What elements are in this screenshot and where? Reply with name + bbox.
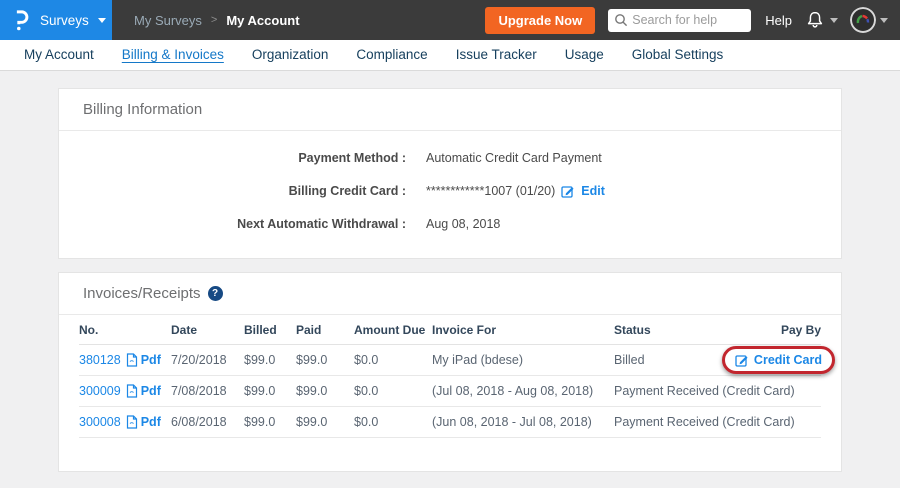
payment-method-value: Automatic Credit Card Payment [426, 151, 602, 165]
pdf-file-icon [126, 384, 138, 398]
billing-credit-card-value: ************1007 (01/20) [426, 184, 555, 198]
invoice-amount-due: $0.0 [354, 353, 432, 367]
invoices-receipts-card: Invoices/Receipts ? No. Date Billed Paid… [58, 272, 842, 472]
invoice-for: (Jul 08, 2018 - Aug 08, 2018) [432, 384, 614, 398]
account-nav-tabs: My Account Billing & Invoices Organizati… [0, 40, 900, 71]
invoice-amount-due: $0.0 [354, 415, 432, 429]
tab-global-settings[interactable]: Global Settings [618, 40, 738, 70]
invoice-billed: $99.0 [244, 415, 296, 429]
tab-compliance[interactable]: Compliance [342, 40, 441, 70]
breadcrumb-separator: > [211, 14, 217, 26]
edit-credit-card-link[interactable]: Edit [581, 184, 605, 198]
help-question-icon[interactable]: ? [208, 286, 223, 301]
invoice-row: 380128 Pdf 7/20/2018 $99.0 $99.0 $0.0 My… [79, 345, 821, 376]
help-search [608, 9, 751, 32]
next-withdrawal-label: Next Automatic Withdrawal : [59, 217, 406, 231]
tab-issue-tracker[interactable]: Issue Tracker [442, 40, 551, 70]
invoice-number-link[interactable]: 380128 [79, 353, 121, 367]
invoices-table: No. Date Billed Paid Amount Due Invoice … [79, 315, 821, 438]
invoices-table-header: No. Date Billed Paid Amount Due Invoice … [79, 315, 821, 345]
pdf-file-icon [126, 415, 138, 429]
invoice-amount-due: $0.0 [354, 384, 432, 398]
invoice-status: Payment Received (Credit Card) [614, 384, 703, 398]
invoice-number-link[interactable]: 300008 [79, 415, 121, 429]
edit-icon [735, 353, 749, 367]
breadcrumb: My Surveys > My Account [134, 13, 300, 28]
payment-method-row: Payment Method : Automatic Credit Card P… [59, 141, 841, 174]
invoice-paid: $99.0 [296, 384, 354, 398]
invoice-status: Billed [614, 353, 703, 367]
invoice-billed: $99.0 [244, 353, 296, 367]
invoice-date: 6/08/2018 [171, 415, 244, 429]
col-invoice-for: Invoice For [432, 323, 614, 337]
notifications-menu[interactable] [804, 9, 838, 31]
account-menu[interactable] [850, 7, 888, 33]
col-pay-by: Pay By [703, 323, 821, 337]
pdf-link[interactable]: Pdf [126, 415, 161, 429]
avatar [850, 7, 876, 33]
chevron-down-icon [98, 18, 106, 23]
invoice-number-link[interactable]: 300009 [79, 384, 121, 398]
tab-organization[interactable]: Organization [238, 40, 343, 70]
col-billed: Billed [244, 323, 296, 337]
tab-my-account[interactable]: My Account [10, 40, 108, 70]
chevron-down-icon [880, 18, 888, 23]
top-bar: Surveys My Surveys > My Account Upgrade … [0, 0, 900, 40]
col-no: No. [79, 323, 171, 337]
chevron-down-icon [830, 18, 838, 23]
next-withdrawal-row: Next Automatic Withdrawal : Aug 08, 2018 [59, 207, 841, 240]
invoice-row: 300008 Pdf 6/08/2018 $99.0 $99.0 $0.0 (J… [79, 407, 821, 438]
col-status: Status [614, 323, 703, 337]
invoice-paid: $99.0 [296, 353, 354, 367]
tab-billing-invoices[interactable]: Billing & Invoices [108, 40, 238, 70]
pdf-file-icon [126, 353, 138, 367]
billing-credit-card-label: Billing Credit Card : [59, 184, 406, 198]
invoice-for: My iPad (bdese) [432, 353, 614, 367]
billing-credit-card-row: Billing Credit Card : ************1007 (… [59, 174, 841, 207]
invoice-date: 7/20/2018 [171, 353, 244, 367]
breadcrumb-my-surveys[interactable]: My Surveys [134, 13, 202, 28]
product-label: Surveys [40, 13, 89, 28]
tab-usage[interactable]: Usage [551, 40, 618, 70]
billing-information-title: Billing Information [83, 101, 202, 118]
col-date: Date [171, 323, 244, 337]
upgrade-now-button[interactable]: Upgrade Now [485, 7, 595, 34]
invoice-for: (Jun 08, 2018 - Jul 08, 2018) [432, 415, 614, 429]
billing-information-card: Billing Information Payment Method : Aut… [58, 88, 842, 259]
next-withdrawal-value: Aug 08, 2018 [426, 217, 500, 231]
pdf-link[interactable]: Pdf [126, 384, 161, 398]
questionpro-logo-icon [13, 7, 30, 33]
payment-method-label: Payment Method : [59, 151, 406, 165]
col-paid: Paid [296, 323, 354, 337]
pay-by-credit-card-link[interactable]: Credit Card [754, 353, 822, 367]
invoice-date: 7/08/2018 [171, 384, 244, 398]
invoices-receipts-title: Invoices/Receipts [83, 285, 201, 302]
invoice-billed: $99.0 [244, 384, 296, 398]
invoice-row: 300009 Pdf 7/08/2018 $99.0 $99.0 $0.0 (J… [79, 376, 821, 407]
search-input[interactable] [608, 9, 751, 32]
bell-icon [804, 9, 826, 31]
product-menu[interactable]: Surveys [0, 0, 112, 40]
pdf-link[interactable]: Pdf [126, 353, 161, 367]
invoice-paid: $99.0 [296, 415, 354, 429]
edit-icon[interactable] [561, 184, 575, 198]
search-icon [614, 13, 628, 27]
help-link[interactable]: Help [765, 13, 792, 28]
col-amount-due: Amount Due [354, 323, 432, 337]
pay-by-highlight-ring: Credit Card [722, 346, 835, 374]
breadcrumb-my-account: My Account [226, 13, 299, 28]
invoice-status: Payment Received (Credit Card) [614, 415, 703, 429]
